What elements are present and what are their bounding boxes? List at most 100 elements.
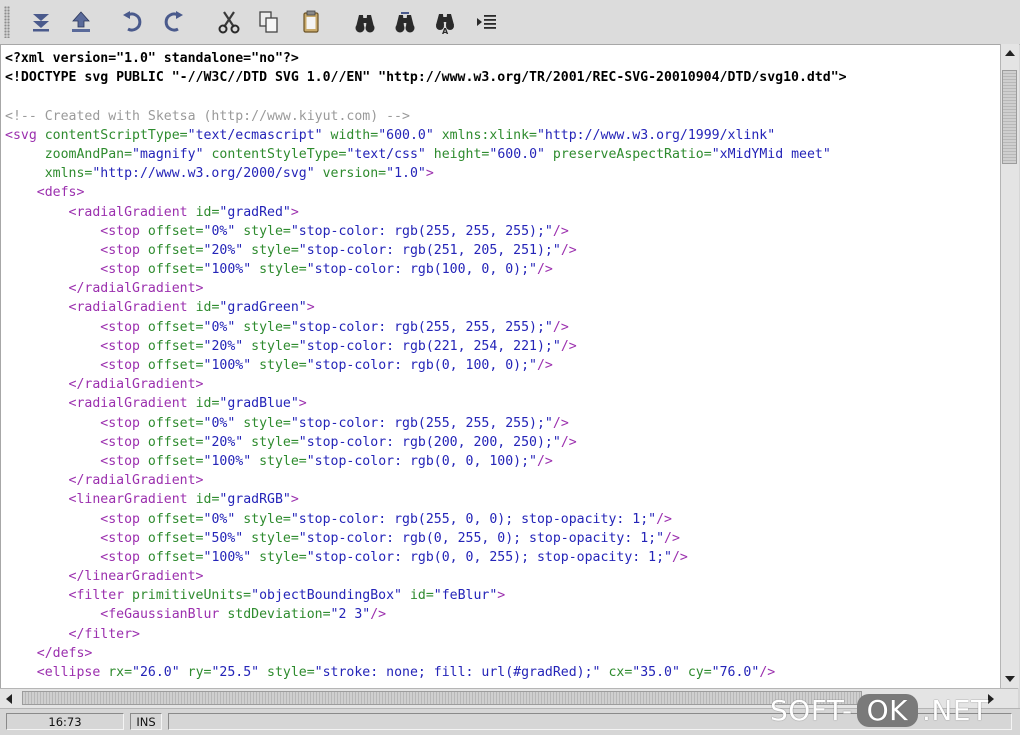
- code-token-tag: />: [536, 262, 553, 278]
- code-token-val: "stroke: none; fill: url(#gradRed);": [314, 665, 601, 680]
- code-text-area[interactable]: <?xml version="1.0" standalone="no"?> <!D…: [5, 49, 847, 682]
- code-line[interactable]: </linearGradient>: [5, 567, 847, 586]
- code-token-val: "gradRGB": [219, 492, 291, 508]
- code-token-val: "0%": [203, 415, 236, 431]
- toolbar: A: [0, 0, 1020, 45]
- code-line[interactable]: <stop offset="0%" style="stop-color: rgb…: [5, 222, 847, 241]
- cut-button[interactable]: [214, 6, 244, 38]
- code-token-val: "25.5": [211, 665, 260, 680]
- scissors-icon: [218, 11, 240, 34]
- code-token-tag: <stop: [5, 358, 140, 373]
- binoculars-next-icon: [395, 12, 415, 33]
- code-token-val: "0%": [203, 511, 236, 527]
- code-token-tag: />: [560, 242, 577, 258]
- code-line[interactable]: <radialGradient id="gradBlue">: [5, 394, 847, 413]
- scroll-left-button[interactable]: [0, 689, 18, 709]
- redo-button[interactable]: [158, 6, 188, 38]
- code-token-val: "35.0": [632, 665, 680, 680]
- code-line[interactable]: </defs>: [5, 644, 847, 663]
- code-token-attr: offset=: [139, 242, 204, 258]
- collapse-all-button[interactable]: [26, 6, 56, 38]
- code-line[interactable]: <stop offset="20%" style="stop-color: rg…: [5, 241, 847, 260]
- find-button[interactable]: [350, 6, 380, 38]
- code-line[interactable]: <filter primitiveUnits="objectBoundingBo…: [5, 586, 847, 605]
- code-token-attr: style=: [243, 338, 299, 354]
- code-line[interactable]: <radialGradient id="gradRed">: [5, 203, 847, 222]
- code-token-tag: />: [536, 358, 553, 373]
- code-token-attr: height=: [425, 146, 490, 162]
- code-token-val: "stop-color: rgb(255, 255, 255);": [290, 415, 553, 431]
- code-token-tag: </linearGradient>: [5, 569, 204, 585]
- vertical-scrollbar[interactable]: [1000, 44, 1019, 688]
- code-token-attr: version=: [314, 166, 387, 182]
- code-token-attr: style=: [243, 530, 299, 546]
- copy-button[interactable]: [254, 6, 284, 38]
- code-editor[interactable]: <?xml version="1.0" standalone="no"?> <!D…: [0, 44, 1001, 689]
- code-token-val: "objectBoundingBox": [251, 588, 402, 604]
- code-line[interactable]: <stop offset="20%" style="stop-color: rg…: [5, 337, 847, 356]
- code-line[interactable]: <radialGradient id="gradGreen">: [5, 298, 847, 317]
- code-line[interactable]: <stop offset="100%" style="stop-color: r…: [5, 260, 847, 279]
- vertical-scroll-thumb[interactable]: [1002, 70, 1017, 164]
- code-line[interactable]: <stop offset="100%" style="stop-color: r…: [5, 548, 847, 567]
- code-line[interactable]: </radialGradient>: [5, 471, 847, 490]
- code-token-attr: style=: [235, 223, 291, 239]
- insert-mode-indicator: INS: [130, 713, 162, 730]
- code-line[interactable]: <defs>: [5, 183, 847, 202]
- code-line[interactable]: <stop offset="20%" style="stop-color: rg…: [5, 433, 847, 452]
- code-line[interactable]: <?xml version="1.0" standalone="no"?>: [5, 49, 847, 68]
- cursor-position: 16:73: [6, 713, 124, 730]
- code-line[interactable]: zoomAndPan="magnify" contentStyleType="t…: [5, 145, 847, 164]
- arrow-down-icon: [1005, 676, 1015, 682]
- scroll-up-button[interactable]: [1001, 44, 1019, 62]
- code-token-attr: offset=: [139, 434, 204, 450]
- code-line[interactable]: <stop offset="50%" style="stop-color: rg…: [5, 529, 847, 548]
- code-token-val: "0%": [203, 223, 236, 239]
- code-token-attr: offset=: [139, 223, 204, 239]
- code-token-attr: style=: [243, 242, 299, 258]
- code-line[interactable]: <stop offset="100%" style="stop-color: r…: [5, 452, 847, 471]
- horizontal-scroll-thumb[interactable]: [22, 691, 862, 705]
- code-line[interactable]: <feGaussianBlur stdDeviation="2 3"/>: [5, 605, 847, 624]
- code-token-attr: offset=: [139, 549, 204, 565]
- code-line[interactable]: xmlns="http://www.w3.org/2000/svg" versi…: [5, 164, 847, 183]
- goto-line-button[interactable]: [472, 6, 502, 38]
- code-token-attr: style=: [235, 511, 291, 527]
- code-token-attr: ry=: [179, 665, 212, 680]
- code-line[interactable]: <stop offset="0%" style="stop-color: rgb…: [5, 510, 847, 529]
- paste-button[interactable]: [296, 6, 326, 38]
- code-token-tag: </filter>: [5, 626, 140, 642]
- code-line[interactable]: <!DOCTYPE svg PUBLIC "-//W3C//DTD SVG 1.…: [5, 68, 847, 87]
- redo-icon: [164, 11, 183, 32]
- code-token-val: "100%": [203, 453, 252, 469]
- expand-button[interactable]: [66, 6, 96, 38]
- code-token-tag: <stop: [5, 262, 140, 278]
- toolbar-grip[interactable]: [4, 6, 10, 38]
- code-token-attr: style=: [251, 453, 307, 469]
- code-line[interactable]: </radialGradient>: [5, 375, 847, 394]
- code-token-tag: >: [425, 166, 434, 182]
- code-token-attr: id=: [187, 396, 220, 412]
- replace-button[interactable]: A: [430, 6, 460, 38]
- code-line[interactable]: </filter>: [5, 625, 847, 644]
- code-line[interactable]: <svg contentScriptType="text/ecmascript"…: [5, 126, 847, 145]
- code-token-attr: offset=: [139, 453, 204, 469]
- code-line[interactable]: <stop offset="0%" style="stop-color: rgb…: [5, 318, 847, 337]
- code-line[interactable]: <!-- Created with Sketsa (http://www.kiy…: [5, 107, 847, 126]
- collapse-arrows-icon: [33, 14, 49, 32]
- code-token-val: "600.0": [489, 146, 545, 162]
- code-line[interactable]: [5, 87, 847, 106]
- code-token-tag: >: [306, 300, 315, 316]
- code-line[interactable]: <stop offset="0%" style="stop-color: rgb…: [5, 414, 847, 433]
- code-line[interactable]: <stop offset="100%" style="stop-color: r…: [5, 356, 847, 375]
- code-line[interactable]: <linearGradient id="gradRGB">: [5, 490, 847, 509]
- undo-button[interactable]: [118, 6, 148, 38]
- code-token-doctype: <!DOCTYPE svg PUBLIC "-//W3C//DTD SVG 1.…: [5, 70, 847, 86]
- code-token-val: "stop-color: rgb(255, 255, 255);": [290, 223, 553, 239]
- scroll-down-button[interactable]: [1001, 670, 1019, 688]
- find-next-button[interactable]: [390, 6, 420, 38]
- code-token-attr: id=: [402, 588, 434, 604]
- code-token-tag: <feGaussianBlur: [5, 607, 220, 623]
- code-line[interactable]: </radialGradient>: [5, 279, 847, 298]
- code-line[interactable]: <ellipse rx="26.0" ry="25.5" style="stro…: [5, 663, 847, 682]
